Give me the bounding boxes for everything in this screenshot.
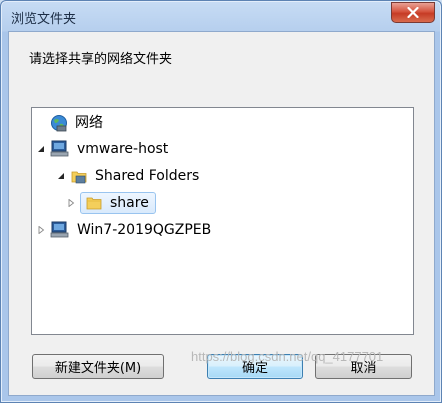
expanded-arrow-icon[interactable] <box>36 144 46 154</box>
browse-folder-dialog: 浏览文件夹 请选择共享的网络文件夹 网络 vmware-host Shared … <box>0 0 442 403</box>
folder-icon <box>85 194 103 212</box>
folder-tree[interactable]: 网络 vmware-host Shared Folders share Win7… <box>31 107 414 335</box>
tree-item-label: Win7-2019QGZPEB <box>77 222 212 238</box>
shared-folder-icon <box>70 167 88 185</box>
tree-item-vmware-host[interactable]: vmware-host <box>36 138 170 160</box>
collapsed-arrow-icon[interactable] <box>36 225 46 235</box>
tree-item-win7-host[interactable]: Win7-2019QGZPEB <box>36 219 213 241</box>
title-bar[interactable]: 浏览文件夹 <box>1 1 441 31</box>
tree-item-shared-folders[interactable]: Shared Folders <box>56 165 201 187</box>
tree-item-label: share <box>110 195 149 211</box>
close-button[interactable] <box>391 2 435 23</box>
collapsed-arrow-icon[interactable] <box>66 198 76 208</box>
tree-item-network[interactable]: 网络 <box>50 112 105 134</box>
computer-icon <box>50 221 70 239</box>
window-title: 浏览文件夹 <box>11 12 77 27</box>
network-globe-icon <box>50 114 68 132</box>
new-folder-button[interactable]: 新建文件夹(M) <box>32 354 164 379</box>
tree-item-label: vmware-host <box>77 141 169 157</box>
tree-item-label: Shared Folders <box>95 168 200 184</box>
tree-item-label: 网络 <box>75 115 103 131</box>
close-icon <box>407 7 419 18</box>
tree-item-share[interactable]: share <box>66 192 156 214</box>
watermark-url: https://blog.csdn.net/qq_4177701 <box>191 349 384 364</box>
selected-highlight: share <box>80 192 156 214</box>
computer-icon <box>50 140 70 158</box>
instruction-text: 请选择共享的网络文件夹 <box>29 52 173 67</box>
dialog-body: 请选择共享的网络文件夹 网络 vmware-host Shared Folder… <box>8 31 435 396</box>
expanded-arrow-icon[interactable] <box>56 171 66 181</box>
